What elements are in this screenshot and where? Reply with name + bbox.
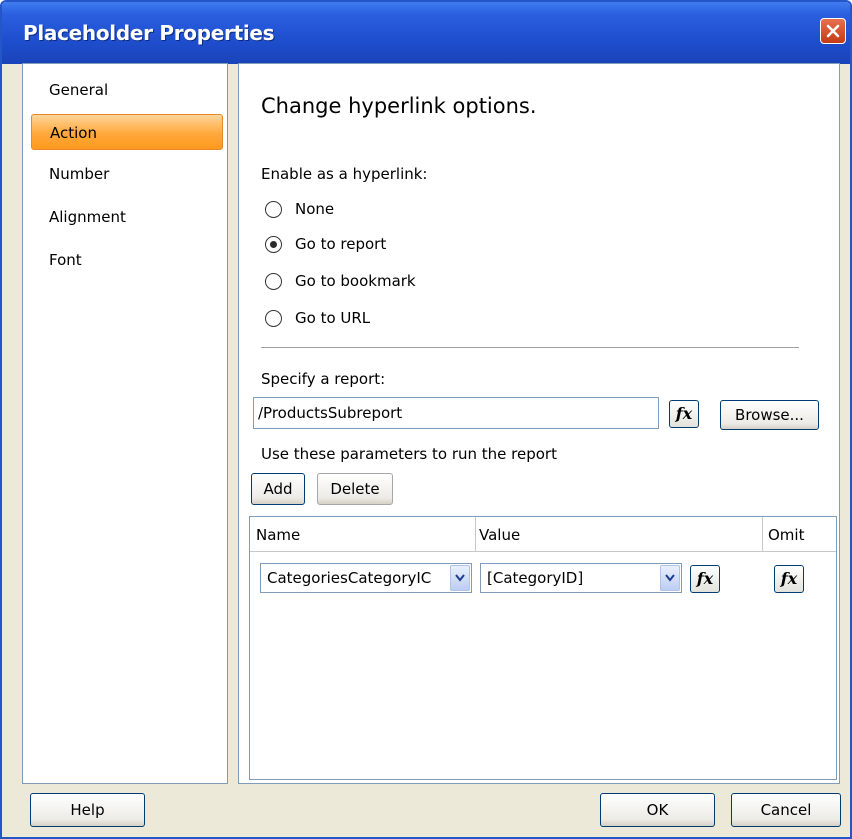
radio-label: Go to URL bbox=[295, 309, 371, 327]
nav-item-action[interactable]: Action bbox=[31, 114, 223, 150]
enable-hyperlink-label: Enable as a hyperlink: bbox=[261, 165, 428, 183]
delete-parameter-button[interactable]: Delete bbox=[317, 473, 393, 505]
cancel-button[interactable]: Cancel bbox=[731, 793, 841, 827]
nav-item-number[interactable]: Number bbox=[31, 156, 223, 192]
radio-circle[interactable] bbox=[265, 236, 282, 253]
parameters-label: Use these parameters to run the report bbox=[261, 445, 557, 463]
radio-label: Go to report bbox=[295, 235, 387, 253]
value-expression-button[interactable]: fx bbox=[690, 565, 720, 593]
chevron-down-icon bbox=[455, 574, 465, 582]
radio-label: Go to bookmark bbox=[295, 272, 416, 290]
placeholder-properties-dialog: Placeholder Properties General Action Nu… bbox=[0, 0, 852, 839]
column-separator[interactable] bbox=[762, 517, 763, 551]
function-icon: fx bbox=[696, 569, 714, 588]
parameters-grid: Name Value Omit CategoriesCategoryIC [Ca… bbox=[249, 516, 837, 780]
dropdown-arrow-button[interactable] bbox=[660, 565, 680, 591]
function-icon: fx bbox=[675, 404, 693, 423]
column-header-name: Name bbox=[256, 526, 301, 544]
help-button[interactable]: Help bbox=[30, 793, 145, 827]
nav-item-alignment[interactable]: Alignment bbox=[31, 199, 223, 235]
parameter-value-dropdown[interactable]: [CategoryID] bbox=[480, 563, 682, 593]
parameter-value-text: [CategoryID] bbox=[487, 569, 584, 587]
section-divider bbox=[261, 347, 799, 348]
title-bar[interactable]: Placeholder Properties bbox=[2, 2, 850, 64]
specify-report-label: Specify a report: bbox=[261, 370, 386, 388]
window-title: Placeholder Properties bbox=[23, 21, 275, 45]
browse-button[interactable]: Browse... bbox=[720, 400, 819, 430]
radio-circle[interactable] bbox=[265, 310, 282, 327]
omit-expression-button[interactable]: fx bbox=[774, 565, 804, 593]
nav-item-font[interactable]: Font bbox=[31, 242, 223, 278]
dropdown-arrow-button[interactable] bbox=[450, 565, 470, 591]
radio-selected-dot bbox=[269, 240, 277, 248]
radio-circle[interactable] bbox=[265, 201, 282, 218]
radio-label: None bbox=[295, 200, 335, 218]
function-icon: fx bbox=[780, 569, 798, 588]
parameter-name-dropdown[interactable]: CategoriesCategoryIC bbox=[260, 563, 472, 593]
close-button[interactable] bbox=[820, 18, 846, 44]
action-options-panel: Change hyperlink options. Enable as a hy… bbox=[238, 63, 840, 784]
add-parameter-button[interactable]: Add bbox=[251, 473, 305, 505]
chevron-down-icon bbox=[665, 574, 675, 582]
parameter-name-value: CategoriesCategoryIC bbox=[267, 569, 432, 587]
nav-item-general[interactable]: General bbox=[31, 72, 223, 108]
column-header-value: Value bbox=[479, 526, 521, 544]
page-heading: Change hyperlink options. bbox=[261, 94, 537, 118]
report-path-input[interactable]: /ProductsSubreport bbox=[253, 397, 659, 429]
grid-header: Name Value Omit bbox=[250, 517, 836, 552]
close-icon bbox=[826, 24, 840, 38]
column-header-omit: Omit bbox=[768, 526, 805, 544]
report-expression-button[interactable]: fx bbox=[669, 400, 699, 428]
ok-button[interactable]: OK bbox=[600, 793, 715, 827]
nav-panel: General Action Number Alignment Font bbox=[22, 63, 228, 784]
radio-circle[interactable] bbox=[265, 273, 282, 290]
column-separator[interactable] bbox=[475, 517, 476, 551]
